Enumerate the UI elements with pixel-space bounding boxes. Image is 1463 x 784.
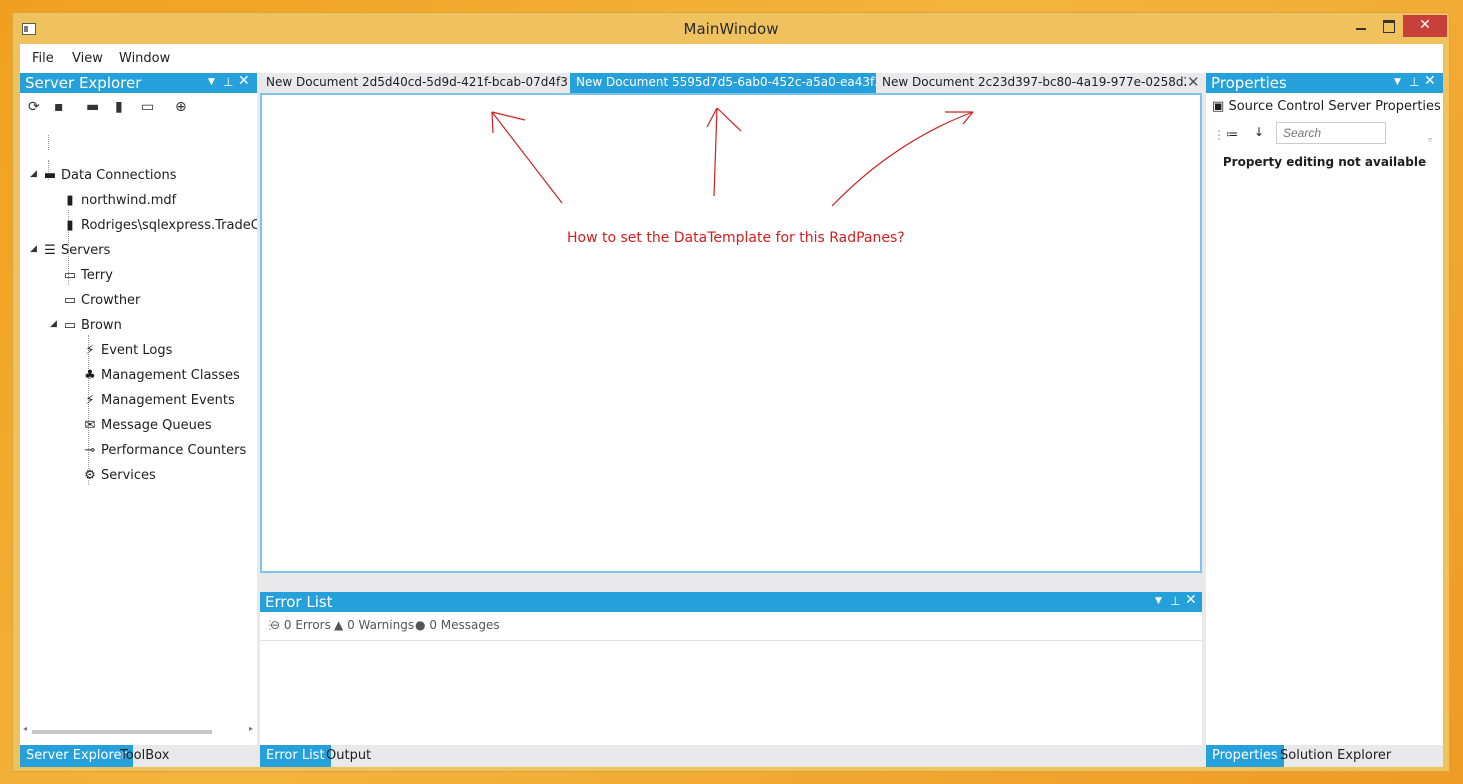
annotation-text: How to set the DataTemplate for this Rad… [567, 230, 905, 246]
arrow-middle [706, 107, 742, 197]
arrow-strokes [491, 107, 974, 207]
arrow-right [831, 111, 974, 207]
annotation-arrows [491, 107, 974, 207]
arrow-left [491, 111, 563, 204]
